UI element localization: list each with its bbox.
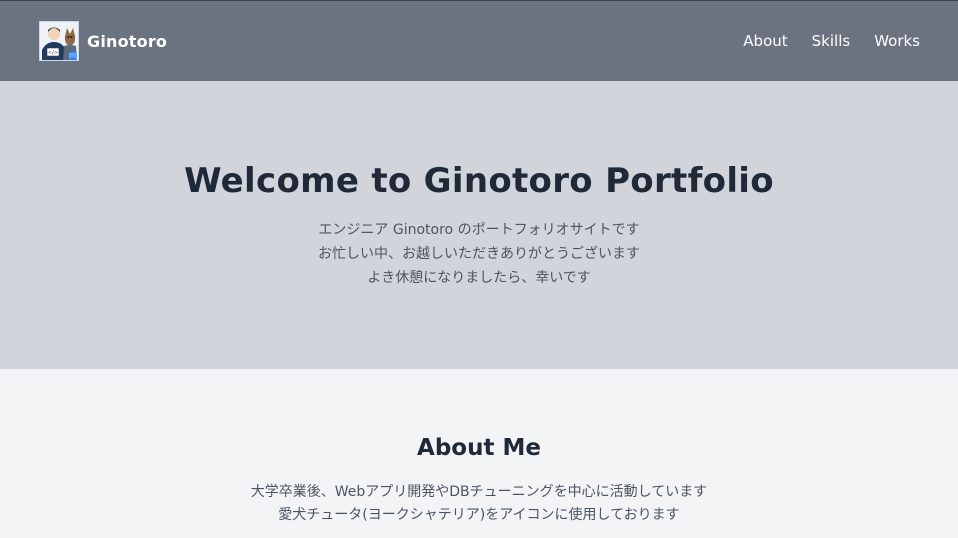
- avatar-with-dog-icon[interactable]: </>: [39, 21, 79, 61]
- brand[interactable]: </> Ginotoro: [39, 21, 167, 61]
- svg-text:</>: </>: [48, 50, 57, 56]
- nav-skills-link[interactable]: Skills: [812, 32, 851, 50]
- about-title: About Me: [417, 435, 541, 461]
- about-line: 大学卒業後、Webアプリ開発やDBチューニングを中心に活動しています: [250, 484, 708, 500]
- main-nav: About Skills Works: [719, 32, 920, 50]
- about-section: About Me 大学卒業後、Webアプリ開発やDBチューニングを中心に活動して…: [0, 369, 958, 538]
- hero-title: Welcome to Ginotoro Portfolio: [184, 161, 774, 201]
- hero-line: エンジニア Ginotoro のポートフォリオサイトです: [318, 222, 640, 238]
- site-header: </> Ginotoro About Skills Works: [0, 0, 958, 81]
- brand-name[interactable]: Ginotoro: [87, 32, 167, 51]
- about-text: 大学卒業後、Webアプリ開発やDBチューニングを中心に活動しています 愛犬チュー…: [0, 481, 958, 527]
- hero-line: よき休憩になりましたら、幸いです: [367, 270, 591, 286]
- about-line: 愛犬チュータ(ヨークシャテリア)をアイコンに使用しております: [278, 507, 680, 523]
- nav-works-link[interactable]: Works: [874, 32, 920, 50]
- hero-section: Welcome to Ginotoro Portfolio エンジニア Gino…: [0, 81, 958, 369]
- nav-about-link[interactable]: About: [743, 32, 787, 50]
- hero-line: お忙しい中、お越しいただきありがとうございます: [318, 246, 640, 262]
- hero-subtitle: エンジニア Ginotoro のポートフォリオサイトです お忙しい中、お越しいた…: [0, 218, 958, 290]
